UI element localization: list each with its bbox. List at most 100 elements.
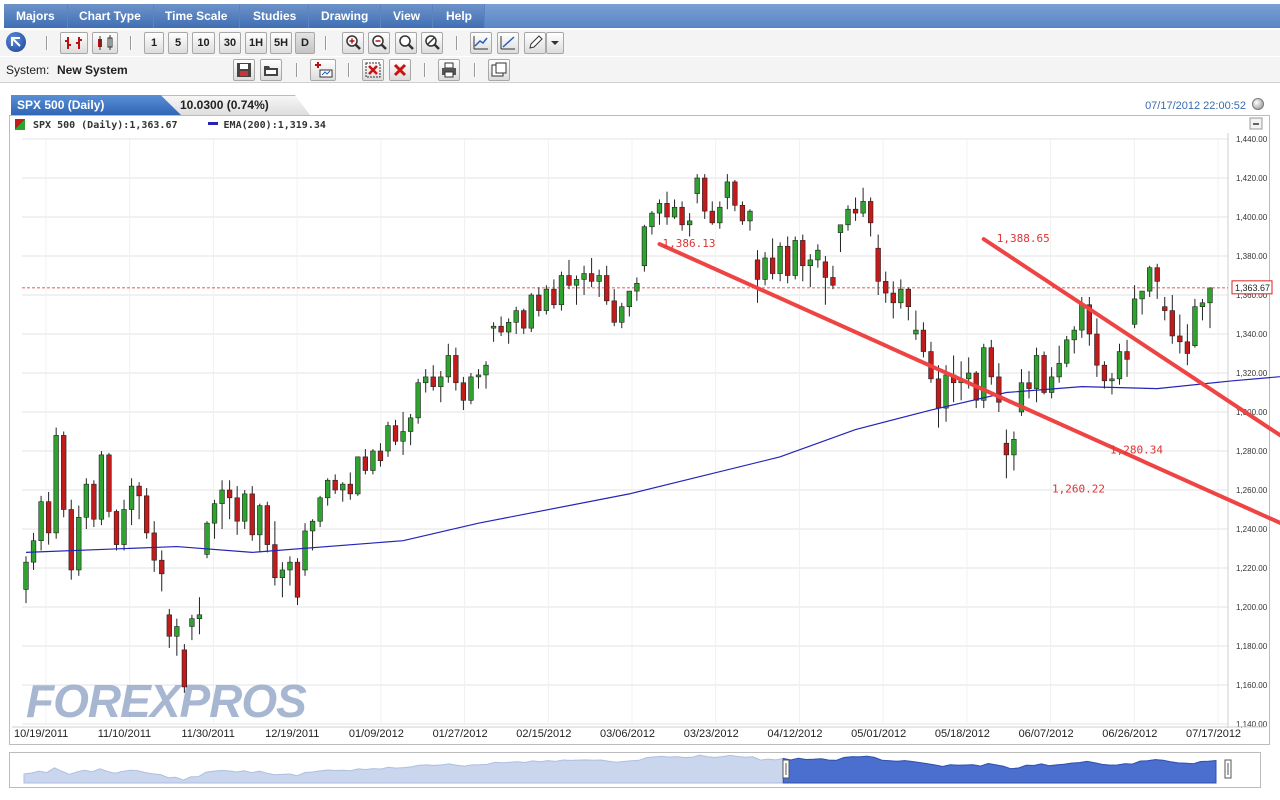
candle-body <box>68 509 74 571</box>
candle-body <box>1094 333 1100 366</box>
candle-body <box>905 288 911 307</box>
candle <box>1139 290 1145 315</box>
candle <box>204 521 210 559</box>
candle <box>53 427 59 539</box>
candle <box>634 277 640 301</box>
candle <box>845 205 851 231</box>
candle <box>23 556 29 604</box>
candle <box>453 347 459 391</box>
candle-body <box>800 240 806 267</box>
candle-body <box>430 376 436 387</box>
candle-body <box>332 479 338 491</box>
candle <box>1131 285 1138 329</box>
candle <box>1169 295 1175 344</box>
candle-body <box>355 456 361 495</box>
candle <box>347 472 353 500</box>
candle-body <box>23 561 29 590</box>
candle-body <box>30 540 37 563</box>
candle-body <box>536 294 542 311</box>
candle <box>294 558 301 606</box>
candle-body <box>596 275 602 282</box>
candle <box>890 281 896 319</box>
candle <box>649 211 655 235</box>
y-tick-label: 1,420.00 <box>1236 174 1268 183</box>
candle <box>822 256 829 305</box>
candle <box>309 519 316 551</box>
candle-body <box>219 489 225 504</box>
candle <box>785 236 791 284</box>
candle <box>38 495 44 551</box>
candle <box>272 521 278 586</box>
candle <box>498 316 504 336</box>
y-tick-label: 1,280.00 <box>1236 447 1268 456</box>
candle-body <box>1048 376 1055 393</box>
candle-body <box>211 503 218 524</box>
candle-body <box>1162 306 1168 311</box>
candle-body <box>837 224 844 233</box>
candle-body <box>875 247 881 282</box>
candle-body <box>490 325 497 329</box>
candle <box>68 499 74 580</box>
candle-body <box>687 220 693 226</box>
candle <box>98 451 105 526</box>
candle-body <box>649 212 655 228</box>
candle <box>189 614 195 641</box>
candle-body <box>83 483 89 518</box>
candle <box>370 449 376 475</box>
candle <box>551 279 557 309</box>
candle <box>867 197 874 237</box>
candle-body <box>702 177 708 212</box>
candle <box>1162 296 1168 321</box>
candle <box>226 480 233 520</box>
candle <box>61 431 67 518</box>
candle <box>988 339 994 385</box>
candle <box>1184 324 1191 366</box>
candle-body <box>106 454 112 512</box>
collapse-icon[interactable] <box>1249 117 1263 130</box>
candle-body <box>121 509 127 545</box>
candle-body <box>1207 287 1213 304</box>
candle-body <box>513 310 519 323</box>
candle-body <box>1079 304 1085 331</box>
candle-body <box>566 275 572 286</box>
x-tick-label: 01/27/2012 <box>433 728 488 740</box>
candle <box>815 244 821 268</box>
x-tick-label: 10/19/2011 <box>14 728 68 740</box>
candle <box>400 412 406 455</box>
candle-body <box>634 282 640 292</box>
candle <box>302 523 308 576</box>
candle-body <box>845 208 851 226</box>
x-tick-label: 03/23/2012 <box>684 728 739 740</box>
candle <box>656 199 663 225</box>
y-tick-label: 1,400.00 <box>1236 213 1268 222</box>
candle-body <box>619 306 625 323</box>
candle <box>407 413 414 446</box>
candle <box>513 306 519 334</box>
candle-body <box>392 425 399 442</box>
candle-body <box>151 532 157 561</box>
candle-body <box>1026 382 1032 389</box>
candle-body <box>189 618 195 627</box>
candle <box>166 608 172 648</box>
candle <box>1116 343 1123 385</box>
candle-body <box>1124 351 1130 360</box>
navigator-left-handle[interactable] <box>782 759 790 779</box>
candle-body <box>724 181 730 198</box>
chart-navigator[interactable] <box>9 752 1261 788</box>
y-tick-label: 1,380.00 <box>1236 252 1268 261</box>
candle <box>392 419 399 446</box>
candle-body <box>792 240 798 276</box>
candle-body <box>732 181 738 206</box>
candle-body <box>302 530 308 571</box>
candle-body <box>1064 339 1070 364</box>
candle-body <box>1177 335 1183 343</box>
candle-body <box>785 245 791 276</box>
navigator-right-handle[interactable] <box>1224 759 1232 779</box>
candle <box>679 201 685 231</box>
candle-body <box>935 378 942 409</box>
candle-body <box>362 456 369 471</box>
candle-body <box>558 275 565 306</box>
candle <box>1199 298 1206 321</box>
candle-body <box>1033 355 1040 389</box>
candle <box>928 341 934 383</box>
